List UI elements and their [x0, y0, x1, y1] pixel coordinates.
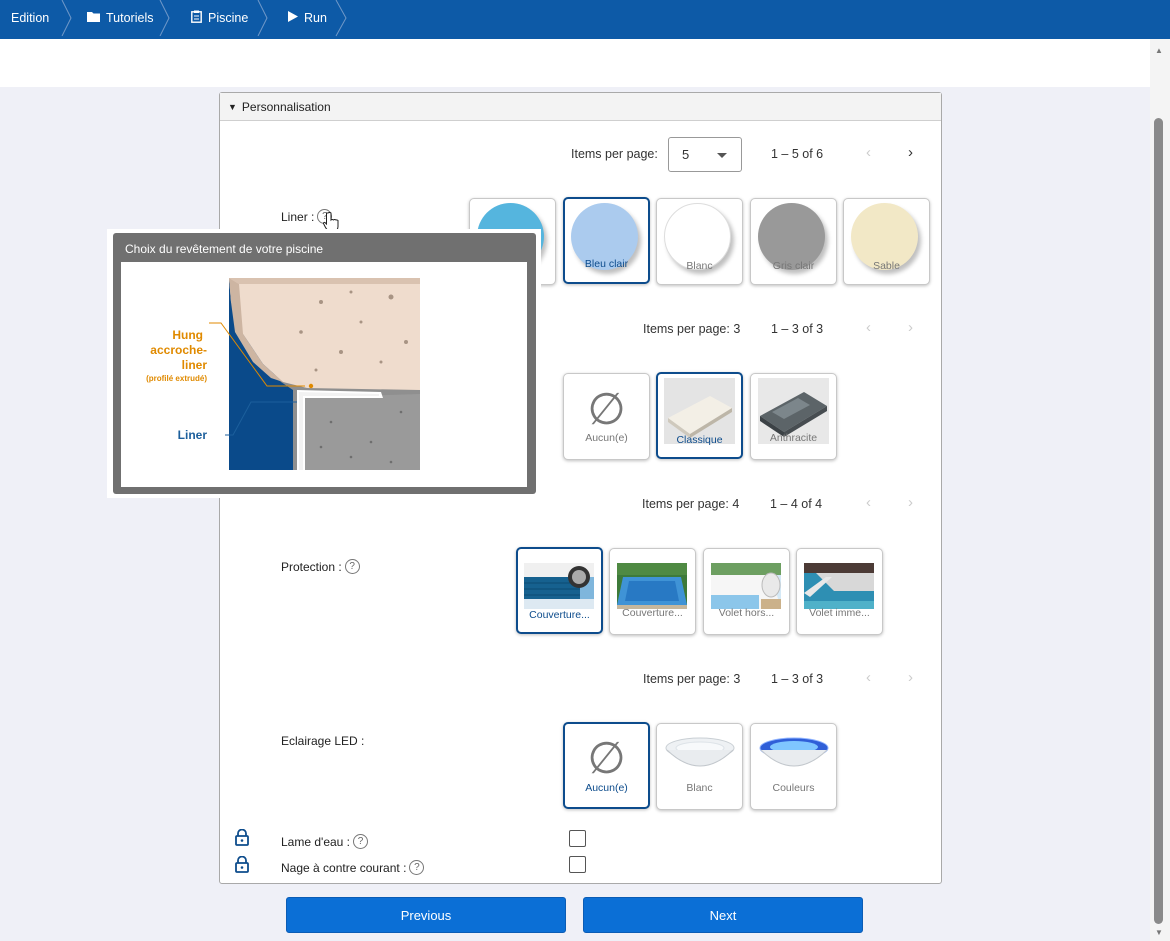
liner-paginator: Items per page:: [571, 147, 658, 161]
breadcrumb: Edition Tutoriels Piscine Run: [0, 0, 1170, 39]
cover-photo: [524, 563, 594, 609]
scroll-up-arrow[interactable]: ▲: [1154, 46, 1164, 56]
prev-page-icon[interactable]: ‹: [866, 669, 871, 686]
cover-photo: [804, 563, 874, 609]
margelle-option[interactable]: ∅ Aucun(e): [563, 373, 650, 460]
prev-page-icon[interactable]: ‹: [866, 494, 871, 511]
eclairage-label: Eclairage LED :: [281, 734, 365, 748]
breadcrumb-item-edition[interactable]: Edition: [11, 0, 49, 36]
margelle-range: 1 – 3 of 3: [771, 322, 824, 336]
breadcrumb-item-tutoriels[interactable]: Tutoriels: [87, 0, 153, 36]
dropdown-caret-icon: [717, 153, 727, 158]
nage-contre-courant-label: Nage à contre courant : ?: [281, 860, 425, 875]
hung-label-2: accroche-: [150, 343, 207, 357]
next-button[interactable]: Next: [583, 897, 863, 933]
panel-header[interactable]: ▼ Personnalisation: [220, 93, 941, 121]
help-icon[interactable]: ?: [409, 860, 425, 875]
next-page-icon[interactable]: ›: [908, 669, 913, 686]
prev-page-icon[interactable]: ‹: [866, 144, 871, 161]
breadcrumb-end: [334, 0, 348, 37]
tooltip-title: Choix du revêtement de votre piscine: [125, 242, 324, 256]
cover-photo: [711, 563, 781, 609]
items-per-page-select[interactable]: 5: [668, 137, 742, 172]
breadcrumb-item-run[interactable]: Run: [288, 0, 327, 36]
led-light-photo: [665, 732, 735, 778]
liner-option-selected[interactable]: Bleu clair: [563, 197, 650, 284]
liner-callout-label: Liner: [178, 428, 208, 442]
none-symbol-icon: ∅: [587, 733, 626, 784]
tooltip-frame: Choix du revêtement de votre piscine Hun…: [113, 233, 536, 494]
margelle-option[interactable]: Anthracite: [750, 373, 837, 460]
previous-button[interactable]: Previous: [286, 897, 566, 933]
next-page-icon[interactable]: ›: [908, 494, 913, 511]
margelle-option-selected[interactable]: Classique: [656, 372, 743, 459]
collapse-triangle-icon: ▼: [228, 101, 237, 112]
protection-option-selected[interactable]: Couverture...: [516, 547, 603, 634]
lock-icon[interactable]: [235, 829, 249, 846]
breadcrumb-separator: [256, 0, 270, 36]
hung-label-4: (profilé extrudé): [146, 374, 207, 383]
none-symbol-icon: ∅: [587, 384, 626, 435]
margelle-paginator: Items per page: 3: [643, 322, 741, 336]
help-icon[interactable]: ?: [353, 834, 369, 849]
eclairage-range: 1 – 3 of 3: [771, 672, 824, 686]
scrollbar-thumb[interactable]: [1154, 118, 1163, 924]
eclairage-option-selected[interactable]: ∅ Aucun(e): [563, 722, 650, 809]
eclairage-option[interactable]: Couleurs: [750, 723, 837, 810]
stepper-strip: [0, 39, 1150, 87]
scroll-down-arrow[interactable]: ▼: [1154, 928, 1164, 938]
hung-label-3: liner: [182, 358, 208, 372]
lock-icon[interactable]: [235, 856, 249, 873]
protection-option[interactable]: Couverture...: [609, 548, 696, 635]
hung-label-1: Hung: [172, 328, 203, 342]
breadcrumb-separator: [158, 0, 172, 36]
protection-paginator: Items per page: 4: [642, 497, 740, 511]
liner-option[interactable]: Gris clair: [750, 198, 837, 285]
play-icon: [288, 11, 298, 25]
breadcrumb-separator: [60, 0, 74, 36]
lame-deau-checkbox[interactable]: [569, 830, 586, 847]
lame-deau-label: Lame d'eau : ?: [281, 834, 369, 849]
next-page-icon[interactable]: ›: [908, 144, 913, 161]
nage-contre-courant-checkbox[interactable]: [569, 856, 586, 873]
cover-photo: [617, 563, 687, 609]
protection-option[interactable]: Volet hors...: [703, 548, 790, 635]
help-icon[interactable]: ?: [344, 559, 360, 574]
protection-option[interactable]: Volet imme...: [796, 548, 883, 635]
led-light-photo: [759, 732, 829, 778]
folder-icon: [87, 11, 100, 25]
liner-diagram-illustration: Hung accroche- liner (profilé extrudé) L…: [146, 278, 420, 470]
clipboard-icon: [191, 10, 202, 26]
breadcrumb-item-piscine[interactable]: Piscine: [191, 0, 248, 36]
liner-option[interactable]: Blanc: [656, 198, 743, 285]
liner-range: 1 – 5 of 6: [771, 147, 824, 161]
protection-label: Protection : ?: [281, 559, 360, 574]
eclairage-option[interactable]: Blanc: [656, 723, 743, 810]
next-page-icon[interactable]: ›: [908, 319, 913, 336]
prev-page-icon[interactable]: ‹: [866, 319, 871, 336]
eclairage-paginator: Items per page: 3: [643, 672, 741, 686]
protection-range: 1 – 4 of 4: [770, 497, 823, 511]
liner-diagram: Hung accroche- liner (profilé extrudé) L…: [121, 262, 527, 487]
liner-option[interactable]: Sable: [843, 198, 930, 285]
liner-tooltip: Choix du revêtement de votre piscine Hun…: [107, 229, 541, 498]
